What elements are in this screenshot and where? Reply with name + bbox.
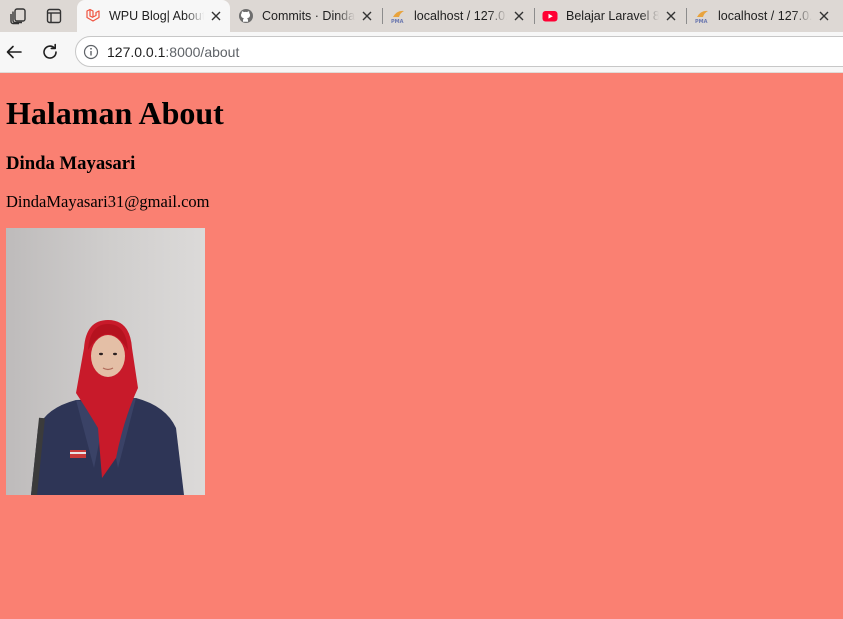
tab-localhost-phpmyadmin-2[interactable]: PMA localhost / 127.0.0.1 [686,0,838,32]
tab-title: localhost / 127.0.0.1 [718,9,812,23]
profile-email: DindaMayasari31@gmail.com [6,192,210,211]
profile-name: Dinda Mayasari [6,153,136,174]
tab-localhost-phpmyadmin[interactable]: PMA localhost / 127.0.0.1 [382,0,533,32]
workspaces-icon [10,8,26,25]
tab-wpu-blog-about[interactable]: WPU Blog| About [77,0,230,32]
profile-photo [6,228,205,495]
tab-title: localhost / 127.0.0.1 [414,9,507,23]
back-arrow-icon [6,45,22,59]
address-bar[interactable]: 127.0.0.1:8000/about [75,36,843,67]
close-tab-icon[interactable] [663,8,679,24]
address-url: 127.0.0.1:8000/about [107,44,239,60]
close-tab-icon[interactable] [208,8,224,24]
back-button[interactable] [0,38,28,66]
svg-text:PMA: PMA [695,19,708,24]
vertical-tabs-button[interactable] [39,3,69,29]
site-info-icon[interactable] [83,44,99,60]
close-tab-icon[interactable] [359,8,375,24]
browser-toolbar: 127.0.0.1:8000/about [0,32,843,72]
svg-text:PMA: PMA [391,19,404,24]
page-title: Halaman About [6,95,224,131]
phpmyadmin-icon: PMA [694,8,710,24]
workspaces-button[interactable] [3,3,33,29]
tab-title: Belajar Laravel 8 [566,9,659,23]
url-path: :8000/about [165,43,240,60]
phpmyadmin-icon: PMA [390,8,406,24]
tab-actions-icon [46,8,62,24]
reload-icon [43,43,57,59]
tab-title: Commits · DindaMayasari [262,9,355,23]
close-tab-icon[interactable] [816,8,832,24]
reload-button[interactable] [36,38,64,66]
tab-youtube-belajar-laravel[interactable]: Belajar Laravel 8 [534,0,685,32]
github-icon [238,8,254,24]
youtube-icon [542,8,558,24]
tab-commits[interactable]: Commits · DindaMayasari [230,0,381,32]
laravel-icon [85,8,101,24]
page-content: Halaman About Dinda Mayasari DindaMayasa… [0,73,843,619]
tab-strip: WPU Blog| About Commits · DindaMayasari … [0,0,843,32]
tab-title: WPU Blog| About [109,9,204,23]
close-tab-icon[interactable] [511,8,527,24]
url-host: 127.0.0.1 [107,43,166,60]
